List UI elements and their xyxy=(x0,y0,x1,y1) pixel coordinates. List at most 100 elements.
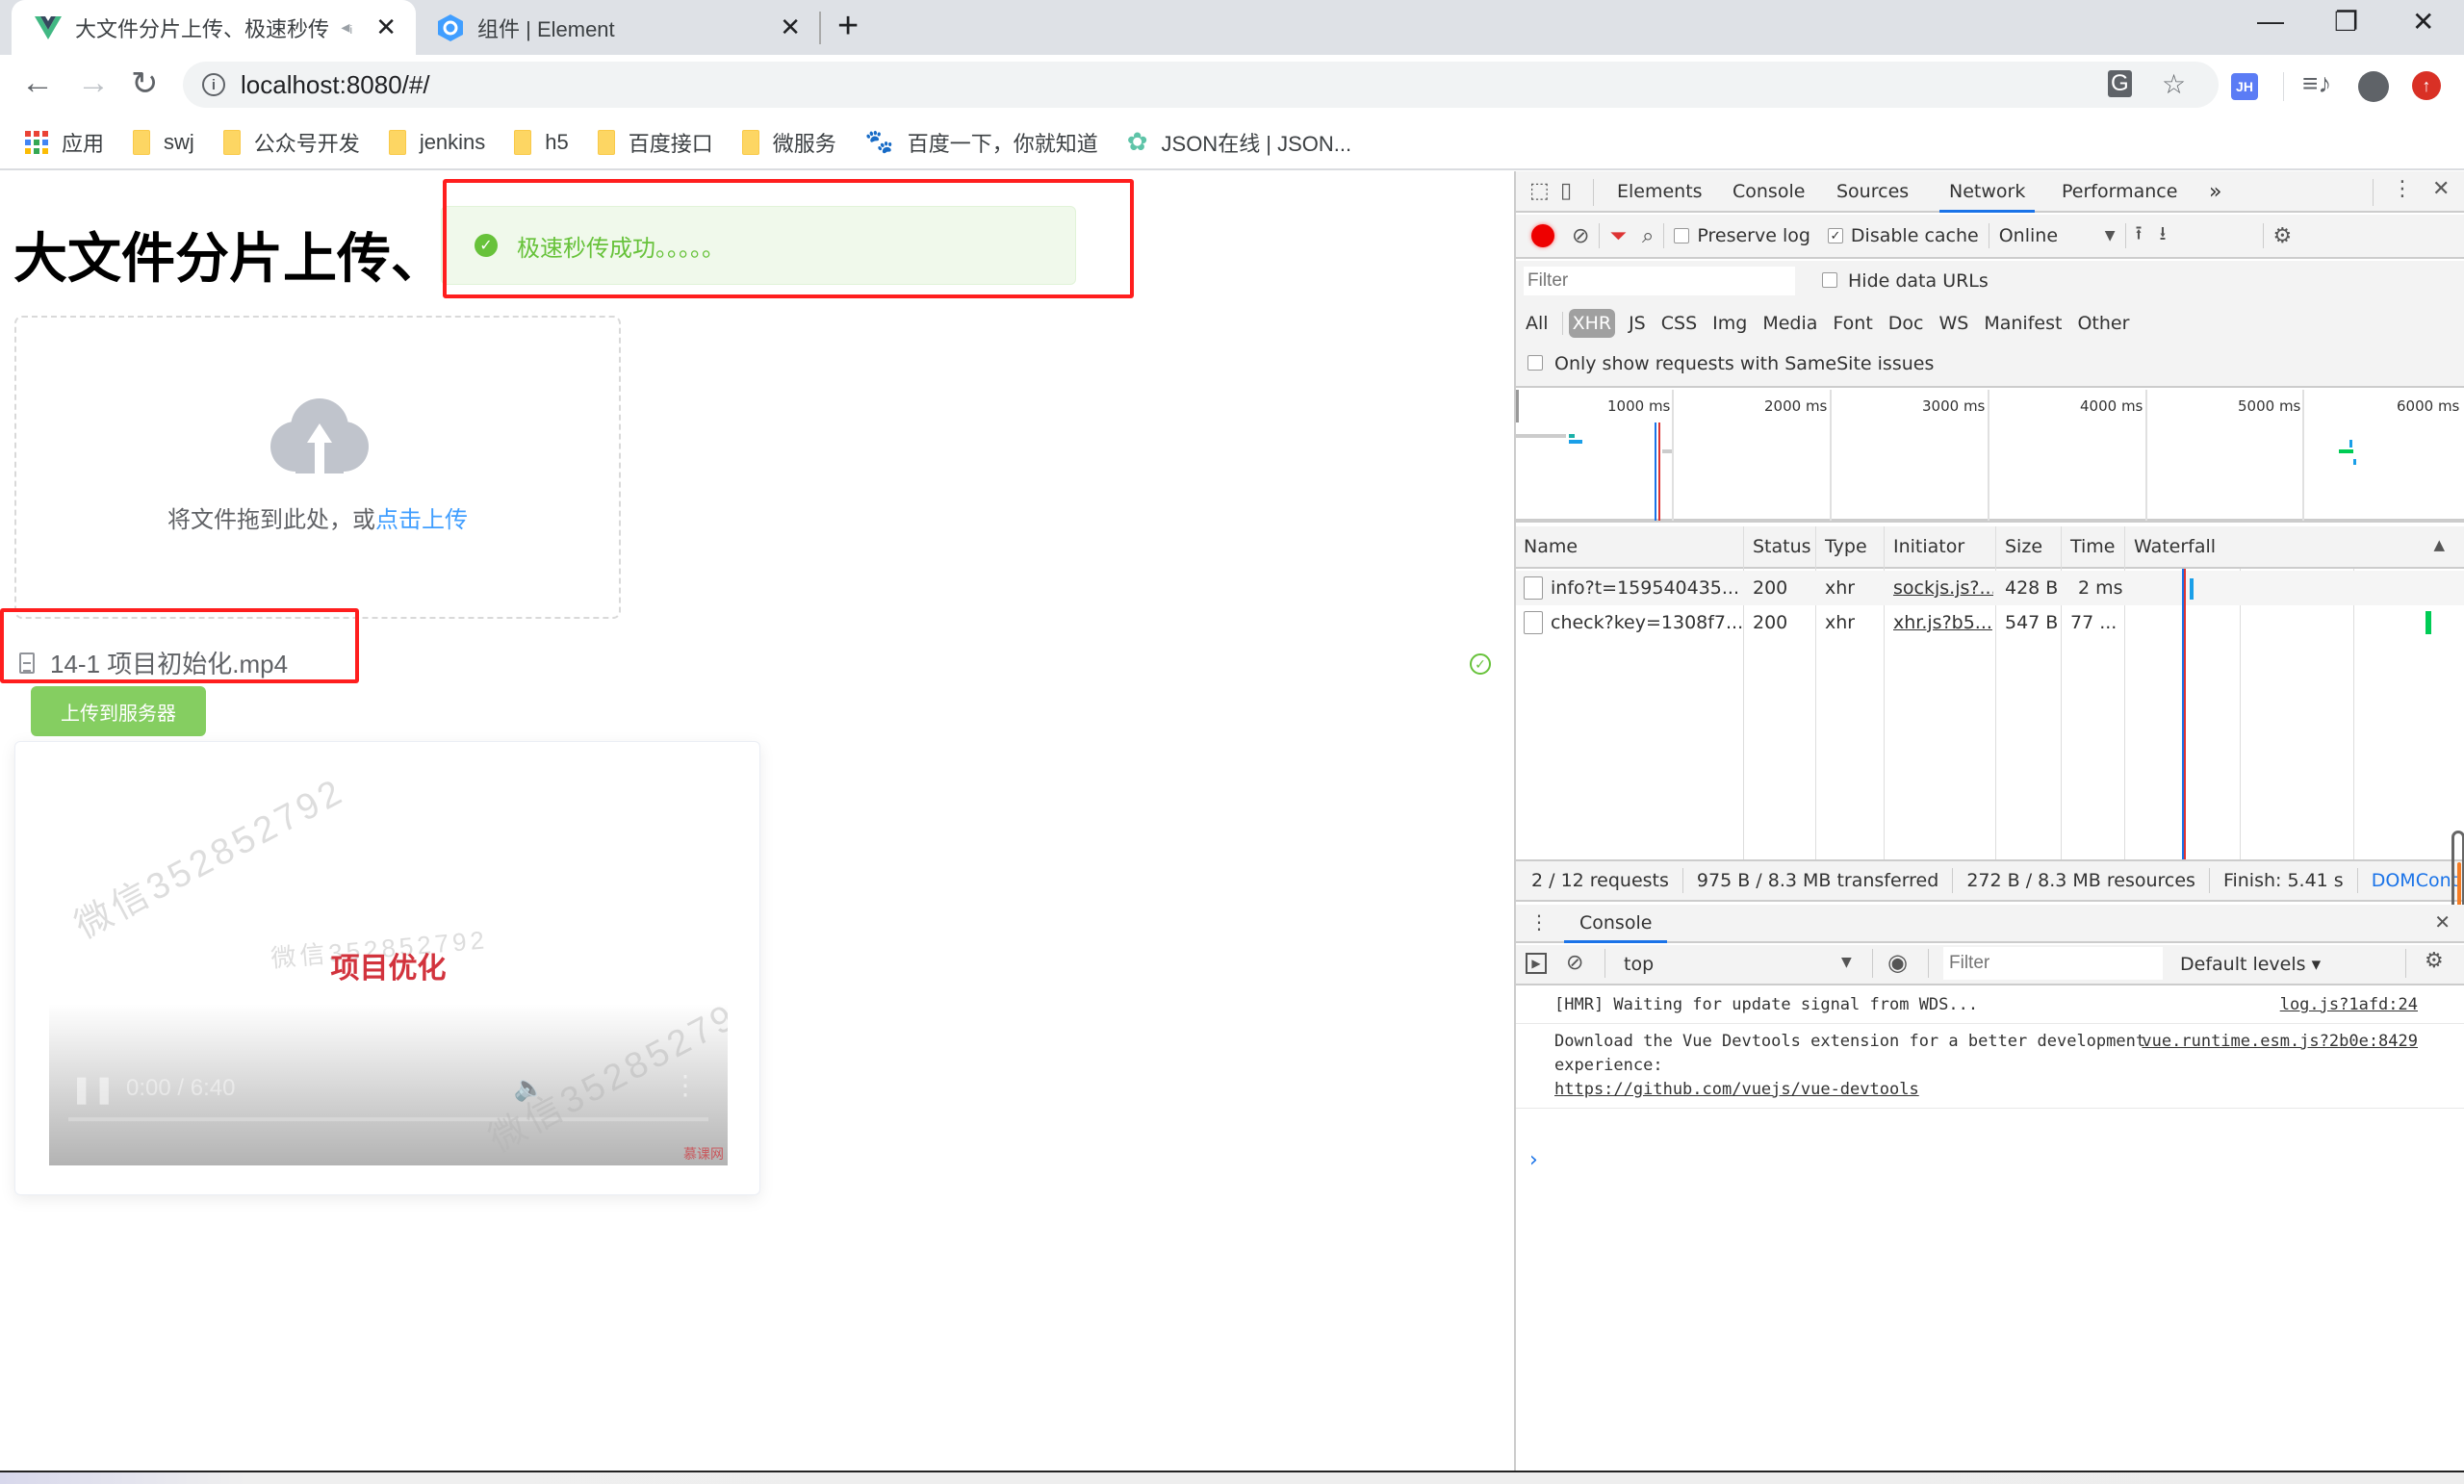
reload-button[interactable]: ↻ xyxy=(131,64,159,103)
filter-all[interactable]: All xyxy=(1524,310,1551,337)
export-har-icon[interactable]: ⭳ xyxy=(2160,219,2167,252)
restore-button[interactable]: ❐ xyxy=(2334,6,2358,38)
column-size[interactable]: Size xyxy=(1997,526,2063,567)
update-icon[interactable]: ↑ xyxy=(2412,71,2441,100)
address-bar[interactable]: i localhost:8080/#/ xyxy=(183,62,2219,108)
device-toolbar-icon[interactable]: ▯ xyxy=(1560,179,1572,203)
samesite-checkbox[interactable] xyxy=(1527,355,1543,371)
record-icon[interactable] xyxy=(1531,224,1554,247)
console-filter-input[interactable] xyxy=(1943,947,2163,980)
clear-icon[interactable]: ⊘ xyxy=(1572,224,1589,248)
close-window-button[interactable]: ✕ xyxy=(2412,6,2434,38)
log-levels-select[interactable]: Default levels ▾ xyxy=(2180,954,2321,975)
tab-performance[interactable]: Performance xyxy=(2062,171,2177,213)
throttling-select[interactable]: Online xyxy=(1999,225,2105,246)
bookmark-folder[interactable]: h5 xyxy=(514,129,569,155)
column-time[interactable]: Time xyxy=(2063,526,2126,567)
profile-avatar-icon[interactable] xyxy=(2358,71,2389,102)
console-prompt[interactable]: › xyxy=(1529,1148,1538,1172)
tab-elements[interactable]: Elements xyxy=(1617,171,1703,213)
filter-funnel-icon[interactable]: ⏷ xyxy=(1609,224,1627,248)
filter-ws[interactable]: WS xyxy=(1937,310,1970,337)
drawer-menu-icon[interactable]: ⋮ xyxy=(1529,910,1549,934)
bookmark-folder[interactable]: jenkins xyxy=(388,129,485,155)
close-tab-icon[interactable]: ✕ xyxy=(375,13,397,42)
console-source-link[interactable]: log.js?1afd:24 xyxy=(2280,993,2418,1017)
vue-devtools-link[interactable]: https://github.com/vuejs/vue-devtools xyxy=(1554,1080,1919,1099)
request-initiator[interactable]: xhr.js?b5... xyxy=(1886,605,1993,640)
tab-element[interactable]: 组件 | Element ✕ xyxy=(424,0,818,55)
context-select[interactable]: top xyxy=(1624,954,1654,975)
drawer-resize-handle[interactable] xyxy=(2451,831,2464,915)
console-settings-gear-icon[interactable]: ⚙ xyxy=(2425,949,2444,973)
more-tabs-button[interactable]: » xyxy=(2209,171,2221,213)
devtools-panel: ⬚ ▯ Elements Console Sources Network Per… xyxy=(1514,171,2464,1471)
hide-data-urls-checkbox[interactable] xyxy=(1822,272,1837,288)
filter-doc[interactable]: Doc xyxy=(1886,310,1926,337)
bookmark-apps[interactable]: 应用 xyxy=(25,127,104,158)
back-button[interactable]: ← xyxy=(21,64,54,102)
column-status[interactable]: Status xyxy=(1745,526,1817,567)
video-player[interactable]: 微信352852792 微信352852792 项目优化 ❚❚ 0:00 / 6… xyxy=(49,742,728,1165)
table-row[interactable]: info?t=159540435... 200 xhr sockjs.js?..… xyxy=(1516,571,2464,605)
translate-icon[interactable]: G xyxy=(2108,70,2132,97)
filter-css[interactable]: CSS xyxy=(1659,310,1699,337)
upload-to-server-button[interactable]: 上传到服务器 xyxy=(31,686,206,736)
disable-cache-checkbox[interactable]: ✓ xyxy=(1827,228,1843,243)
bookmark-folder[interactable]: swj xyxy=(133,129,194,155)
bookmark-folder[interactable]: 微服务 xyxy=(741,127,836,158)
bookmark-json[interactable]: ✿ JSON在线 | JSON... xyxy=(1127,127,1351,158)
upload-dropzone[interactable]: 将文件拖到此处，或点击上传 xyxy=(14,316,621,619)
url-text[interactable]: localhost:8080/#/ xyxy=(241,70,430,100)
bookmark-star-icon[interactable]: ☆ xyxy=(2162,68,2186,100)
close-devtools-icon[interactable]: ✕ xyxy=(2432,177,2450,201)
tab-upload-demo[interactable]: 大文件分片上传、极速秒传 ◂ᵢ ✕ xyxy=(12,0,416,55)
bookmark-folder[interactable]: 公众号开发 xyxy=(222,127,360,158)
column-name[interactable]: Name xyxy=(1516,526,1745,567)
filter-img[interactable]: Img xyxy=(1710,310,1749,337)
click-to-upload-link[interactable]: 点击上传 xyxy=(375,507,468,533)
close-drawer-icon[interactable]: ✕ xyxy=(2434,910,2451,934)
request-initiator[interactable]: sockjs.js?... xyxy=(1886,571,1993,605)
tab-console[interactable]: Console xyxy=(1732,171,1805,213)
kebab-menu-icon[interactable]: ⋮ xyxy=(2392,177,2413,201)
network-overview-timeline[interactable]: 1000 ms 2000 ms 3000 ms 4000 ms 5000 ms … xyxy=(1516,390,2464,523)
filter-media[interactable]: Media xyxy=(1760,310,1819,337)
column-type[interactable]: Type xyxy=(1817,526,1886,567)
pause-icon[interactable]: ❚❚ xyxy=(70,1073,116,1105)
network-filter-input[interactable] xyxy=(1524,267,1795,295)
close-tab-icon[interactable]: ✕ xyxy=(780,13,801,42)
speaker-icon[interactable]: ◂ᵢ xyxy=(341,17,352,38)
inspect-element-icon[interactable]: ⬚ xyxy=(1529,179,1550,203)
sidebar-toggle-icon[interactable]: ▶ xyxy=(1526,953,1547,974)
media-control-icon[interactable]: ≡♪ xyxy=(2302,68,2331,99)
live-expression-eye-icon[interactable]: ◉ xyxy=(1887,949,1908,976)
new-tab-button[interactable]: + xyxy=(837,6,859,47)
minimize-button[interactable]: — xyxy=(2257,6,2284,37)
sort-ascending-icon[interactable]: ▲ xyxy=(2433,536,2445,553)
tab-network[interactable]: Network xyxy=(1939,171,2036,213)
filter-xhr[interactable]: XHR xyxy=(1568,309,1616,338)
filter-other[interactable]: Other xyxy=(2075,310,2131,337)
tab-sources[interactable]: Sources xyxy=(1836,171,1909,213)
video-progress-bar[interactable] xyxy=(68,1117,708,1121)
table-row[interactable]: check?key=1308f7... 200 xhr xhr.js?b5...… xyxy=(1516,605,2464,640)
more-options-icon[interactable]: ⋮ xyxy=(672,1069,699,1101)
console-source-link[interactable]: vue.runtime.esm.js?2b0e:8429 xyxy=(2142,1030,2418,1054)
filter-font[interactable]: Font xyxy=(1831,310,1874,337)
preserve-log-checkbox[interactable] xyxy=(1674,228,1690,243)
jh-extension-icon[interactable]: JH xyxy=(2231,73,2258,100)
column-waterfall[interactable]: Waterfall xyxy=(2126,526,2415,567)
drawer-tab-console[interactable]: Console xyxy=(1564,905,1668,943)
site-info-icon[interactable]: i xyxy=(202,73,225,96)
column-initiator[interactable]: Initiator xyxy=(1886,526,1997,567)
bookmark-folder[interactable]: 百度接口 xyxy=(597,127,713,158)
clear-console-icon[interactable]: ⊘ xyxy=(1566,951,1583,975)
bookmark-baidu[interactable]: 🐾 百度一下，你就知道 xyxy=(865,127,1098,158)
settings-gear-icon[interactable]: ⚙ xyxy=(2273,224,2293,248)
filter-manifest[interactable]: Manifest xyxy=(1982,310,2064,337)
import-har-icon[interactable]: ⭱ xyxy=(2136,219,2143,252)
search-icon[interactable]: ⌕ xyxy=(1642,224,1654,248)
forward-button[interactable]: → xyxy=(77,64,110,102)
filter-js[interactable]: JS xyxy=(1627,310,1648,337)
